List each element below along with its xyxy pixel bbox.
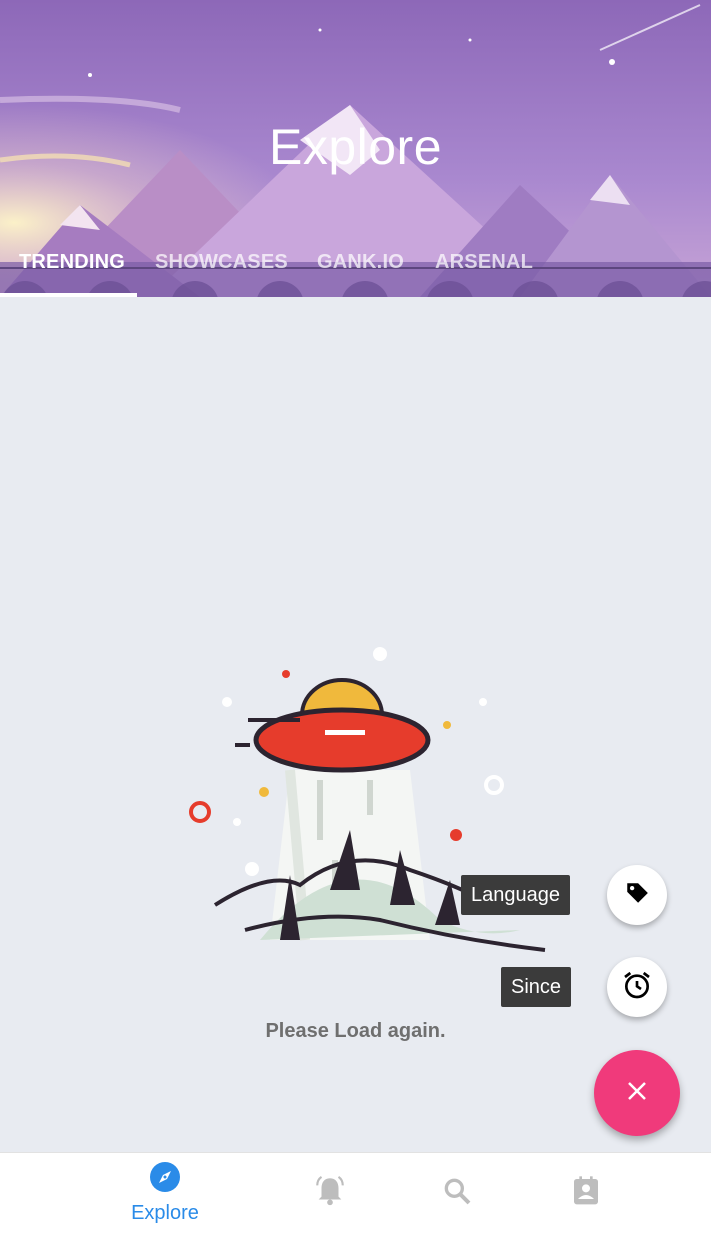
bell-icon xyxy=(313,1174,347,1213)
alarm-clock-icon xyxy=(621,969,653,1006)
tab-arsenal[interactable]: ARSENAL xyxy=(435,248,533,294)
page-title: Explore xyxy=(268,119,443,175)
search-icon xyxy=(441,1175,473,1212)
profile-card-icon xyxy=(570,1175,602,1212)
nav-notifications[interactable] xyxy=(270,1153,390,1233)
header-banner: Explore TRENDING SHOWCASES GANK.IO ARSEN… xyxy=(0,0,711,297)
tag-icon xyxy=(624,880,650,911)
nav-explore-label: Explore xyxy=(131,1202,199,1224)
since-fab-label: Since xyxy=(501,967,572,1007)
tab-showcases[interactable]: SHOWCASES xyxy=(155,248,288,294)
nav-search[interactable] xyxy=(397,1153,517,1233)
close-icon xyxy=(626,1080,648,1107)
compass-icon xyxy=(149,1161,181,1198)
nav-profile[interactable] xyxy=(526,1153,646,1233)
tab-gank-io[interactable]: GANK.IO xyxy=(317,248,404,294)
since-fab-button[interactable] xyxy=(607,957,667,1017)
language-fab-button[interactable] xyxy=(607,865,667,925)
tab-trending[interactable]: TRENDING xyxy=(19,248,125,294)
tab-bar: TRENDING SHOWCASES GANK.IO ARSENAL xyxy=(0,248,711,297)
nav-explore[interactable]: Explore xyxy=(105,1153,225,1233)
bottom-navigation: Explore xyxy=(0,1152,711,1233)
language-fab-label: Language xyxy=(461,875,570,915)
empty-state-message: Please Load again. xyxy=(265,1020,446,1042)
close-fab-button[interactable] xyxy=(594,1050,680,1136)
